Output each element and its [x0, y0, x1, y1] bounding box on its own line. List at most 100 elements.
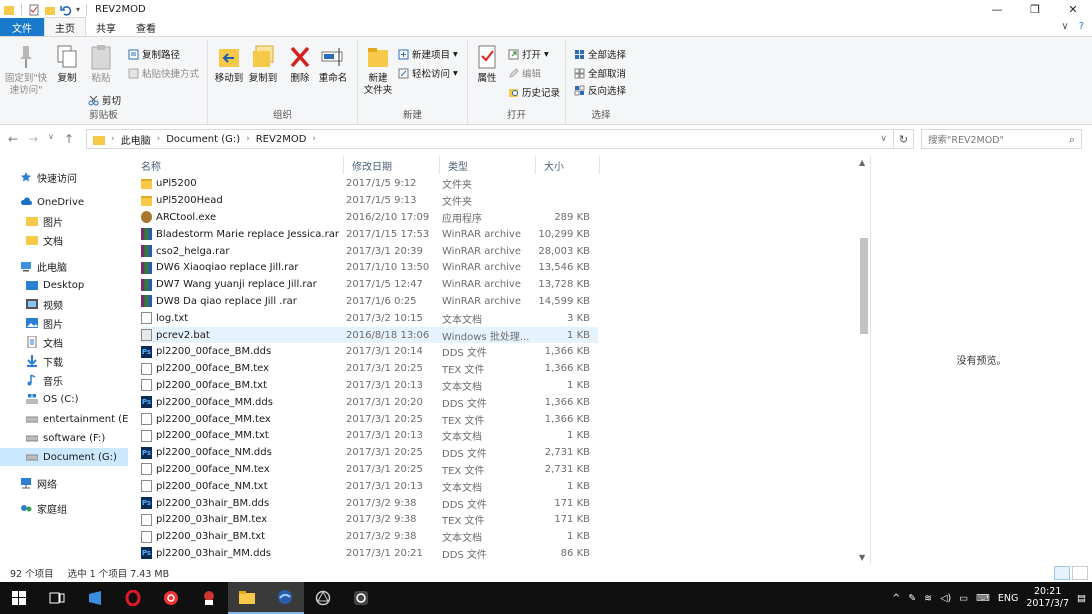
battery-icon[interactable]: ▭: [959, 593, 968, 604]
task-view-button[interactable]: [38, 582, 76, 614]
history-button[interactable]: 历史记录: [508, 85, 560, 99]
help-icon[interactable]: ?: [1079, 21, 1084, 32]
pin-quick-access-button[interactable]: 固定到"快 速访问": [4, 43, 48, 97]
pen-icon[interactable]: ✎: [908, 593, 916, 604]
file-row[interactable]: Bladestorm Marie replace Jessica.rar 2017…: [141, 226, 598, 243]
search-input[interactable]: 搜索"REV2MOD" ⌕: [921, 129, 1082, 149]
select-none-button[interactable]: 全部取消: [574, 66, 626, 80]
move-to-button[interactable]: 移动到: [212, 43, 246, 85]
column-header-size[interactable]: 大小: [536, 156, 600, 174]
file-row[interactable]: pl2200_03hair_BM.txt 2017/3/2 9:38 文本文档 1 K…: [141, 528, 598, 545]
file-row[interactable]: pl2200_00face_NM.txt 2017/3/1 20:13 文本文档 1 …: [141, 478, 598, 495]
select-all-button[interactable]: 全部选择: [574, 47, 626, 61]
nav-homegroup[interactable]: 家庭组: [0, 499, 128, 517]
taskbar-app-7[interactable]: [304, 582, 342, 614]
new-item-button[interactable]: 新建项目 ▾: [398, 47, 458, 61]
nav-videos[interactable]: 视频: [0, 295, 128, 313]
file-row[interactable]: pl2200_03hair_BM.tex 2017/3/2 9:38 TEX 文件 1…: [141, 512, 598, 529]
tab-home[interactable]: 主页: [44, 17, 86, 36]
tab-view[interactable]: 查看: [126, 18, 166, 36]
nav-this-pc[interactable]: 此电脑: [0, 257, 128, 275]
copy-path-button[interactable]: 复制路径: [128, 47, 180, 61]
nav-documents[interactable]: 文档: [0, 333, 128, 351]
breadcrumb-drive[interactable]: Document (G:): [166, 134, 240, 145]
taskbar-app-6[interactable]: [266, 582, 304, 614]
file-row[interactable]: pcrev2.bat 2016/8/18 13:06 Windows 批处理... 1…: [141, 326, 598, 344]
column-header-type[interactable]: 类型: [440, 156, 536, 174]
file-row[interactable]: Ps pl2200_00face_NM.dds 2017/3/1 20:25 DDS …: [141, 444, 598, 461]
nav-music[interactable]: 音乐: [0, 371, 128, 389]
nav-pictures[interactable]: 图片: [0, 314, 128, 332]
invert-selection-button[interactable]: 反向选择: [574, 83, 626, 97]
nav-network[interactable]: 网络: [0, 474, 128, 492]
file-row[interactable]: uPl5200 2017/1/5 9:12 文件夹: [141, 176, 598, 193]
close-button[interactable]: ✕: [1054, 0, 1092, 18]
input-method-icon[interactable]: ⌨: [976, 593, 990, 604]
file-row[interactable]: pl2200_00face_BM.txt 2017/3/1 20:13 文本文档 1 …: [141, 377, 598, 394]
tab-file[interactable]: 文件: [0, 18, 44, 36]
properties-icon[interactable]: [28, 4, 40, 16]
column-header-name[interactable]: 名称 ^: [133, 156, 344, 174]
file-row[interactable]: uPl5200Head 2017/1/5 9:13 文件夹: [141, 192, 598, 209]
address-bar[interactable]: › 此电脑 › Document (G:) › REV2MOD › ∨: [86, 129, 894, 149]
file-row[interactable]: ARCtool.exe 2016/2/10 17:09 应用程序 289 KB: [141, 209, 598, 226]
breadcrumb-this-pc[interactable]: 此电脑: [121, 132, 151, 147]
chevron-down-icon[interactable]: ∨: [48, 132, 54, 146]
new-folder-button[interactable]: 新建 文件夹: [360, 43, 396, 97]
large-icons-view-button[interactable]: [1072, 566, 1088, 580]
file-row[interactable]: pl2200_00face_MM.tex 2017/3/1 20:25 TEX 文件…: [141, 411, 598, 428]
address-dropdown-icon[interactable]: ∨: [880, 134, 887, 144]
copy-to-button[interactable]: 复制到: [246, 43, 280, 85]
nav-drive-g[interactable]: Document (G:): [0, 448, 128, 466]
taskbar-opera[interactable]: [114, 582, 152, 614]
properties-button[interactable]: 属性: [472, 43, 502, 85]
file-row[interactable]: Ps pl2200_03hair_BM.dds 2017/3/2 9:38 DDS 文…: [141, 495, 598, 512]
taskbar-app-8[interactable]: [342, 582, 380, 614]
breadcrumb-folder[interactable]: REV2MOD: [256, 134, 307, 145]
back-arrow-icon[interactable]: ←: [8, 132, 18, 146]
file-row[interactable]: Ps pl2200_03hair_MM.dds 2017/3/1 20:21 DDS …: [141, 545, 598, 562]
copy-button[interactable]: 复制: [52, 43, 82, 85]
nav-desktop[interactable]: Desktop: [0, 276, 128, 294]
wifi-icon[interactable]: ≋: [924, 593, 932, 604]
file-row[interactable]: Ps pl2200_00face_MM.dds 2017/3/1 20:20 DDS …: [141, 394, 598, 411]
minimize-button[interactable]: —: [978, 0, 1016, 18]
taskbar-file-explorer[interactable]: [228, 582, 266, 614]
start-button[interactable]: [0, 582, 38, 614]
clock[interactable]: 20:21 2017/3/7: [1026, 586, 1069, 610]
file-row[interactable]: pl2200_00face_NM.tex 2017/3/1 20:25 TEX 文件…: [141, 461, 598, 478]
new-folder-icon[interactable]: [44, 4, 56, 16]
paste-shortcut-button[interactable]: 粘贴快捷方式: [128, 66, 199, 80]
rename-button[interactable]: 重命名: [316, 43, 350, 85]
file-row[interactable]: log.txt 2017/3/2 10:15 文本文档 3 KB: [141, 310, 598, 327]
volume-icon[interactable]: ◁): [940, 593, 951, 604]
file-row[interactable]: cso2_helga.rar 2017/3/1 20:39 WinRAR archi…: [141, 243, 598, 260]
nav-onedrive-documents[interactable]: 文档: [0, 231, 128, 249]
open-button[interactable]: 打开 ▾: [508, 47, 549, 61]
easy-access-button[interactable]: 轻松访问 ▾: [398, 66, 458, 80]
file-row[interactable]: DW7 Wang yuanji replace Jill.rar 2017/1/5…: [141, 276, 598, 293]
nav-drive-c[interactable]: OS (C:): [0, 390, 128, 408]
nav-onedrive-pictures[interactable]: 图片: [0, 212, 128, 230]
chevron-up-icon[interactable]: ^: [892, 593, 900, 604]
language-indicator[interactable]: ENG: [998, 593, 1018, 604]
column-header-modified[interactable]: 修改日期: [344, 156, 440, 174]
scrollbar-thumb[interactable]: [860, 238, 868, 334]
nav-drive-e[interactable]: entertainment (E:: [0, 410, 128, 428]
collapse-ribbon-icon[interactable]: ∨: [1061, 21, 1068, 32]
file-row[interactable]: pl2200_00face_BM.tex 2017/3/1 20:25 TEX 文件…: [141, 360, 598, 377]
file-row[interactable]: DW6 Xiaoqiao replace Jill.rar 2017/1/10 1…: [141, 260, 598, 277]
nav-quick-access[interactable]: 快速访问: [0, 168, 128, 186]
tab-share[interactable]: 共享: [86, 18, 126, 36]
restore-button[interactable]: ❐: [1016, 0, 1054, 18]
file-row[interactable]: Ps pl2200_00face_BM.dds 2017/3/1 20:14 DDS …: [141, 344, 598, 361]
taskbar-netease-music[interactable]: [152, 582, 190, 614]
file-row[interactable]: DW8 Da qiao replace Jill .rar 2017/1/6 0:…: [141, 293, 598, 310]
nav-downloads[interactable]: 下载: [0, 352, 128, 370]
notifications-icon[interactable]: ▤: [1077, 593, 1086, 604]
forward-arrow-icon[interactable]: →: [28, 132, 38, 146]
up-arrow-icon[interactable]: ↑: [64, 132, 74, 146]
taskbar-app-4[interactable]: [190, 582, 228, 614]
delete-button[interactable]: 删除: [286, 43, 314, 85]
nav-onedrive[interactable]: OneDrive: [0, 193, 128, 211]
